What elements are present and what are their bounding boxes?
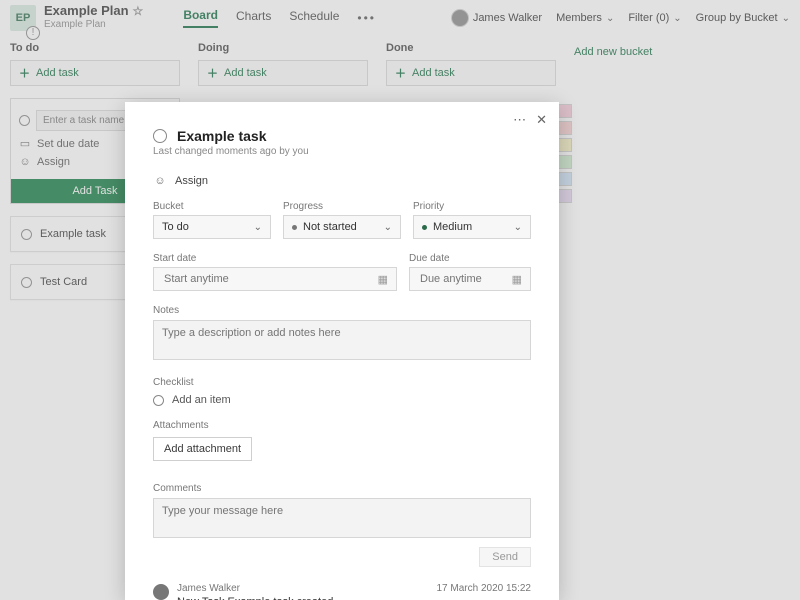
assign-button[interactable]: ☺ Assign — [153, 175, 531, 187]
bucket-value: To do — [162, 221, 189, 233]
due-date-label: Due date — [409, 253, 531, 264]
complete-toggle[interactable] — [153, 129, 167, 143]
avatar-icon — [153, 584, 169, 600]
notes-textarea[interactable] — [153, 320, 531, 360]
priority-dot-icon — [422, 225, 427, 230]
progress-select[interactable]: Not started ⌄ — [283, 215, 401, 239]
task-details-modal: ⋯ ✕ Example task Last changed moments ag… — [125, 102, 559, 600]
progress-label: Progress — [283, 201, 401, 212]
start-date-input[interactable]: ▦ — [153, 267, 397, 291]
attachments-label: Attachments — [153, 420, 531, 431]
comment-textarea[interactable] — [153, 498, 531, 538]
notes-label: Notes — [153, 305, 531, 316]
due-date-input[interactable]: ▦ — [409, 267, 531, 291]
due-date-field[interactable] — [418, 272, 498, 286]
checklist-label: Checklist — [153, 377, 531, 388]
send-button[interactable]: Send — [479, 547, 531, 567]
checklist-add-item[interactable]: Add an item — [153, 394, 531, 406]
status-dot-icon — [292, 225, 297, 230]
priority-select[interactable]: Medium ⌄ — [413, 215, 531, 239]
checklist-add-label: Add an item — [172, 394, 231, 406]
start-date-label: Start date — [153, 253, 397, 264]
assign-label: Assign — [175, 175, 208, 187]
task-title[interactable]: Example task — [177, 128, 267, 144]
comments-label: Comments — [153, 483, 531, 494]
progress-value: Not started — [303, 221, 357, 233]
more-icon[interactable]: ⋯ — [513, 112, 526, 128]
start-date-field[interactable] — [162, 272, 242, 286]
activity-author: James Walker — [177, 583, 240, 594]
bucket-select[interactable]: To do ⌄ — [153, 215, 271, 239]
circle-icon — [153, 395, 164, 406]
activity-entry: James Walker 17 March 2020 15:22 New Tas… — [153, 583, 531, 600]
close-icon[interactable]: ✕ — [536, 112, 547, 128]
person-icon: ☺ — [153, 175, 167, 187]
bucket-label: Bucket — [153, 201, 271, 212]
add-attachment-button[interactable]: Add attachment — [153, 437, 252, 461]
chevron-down-icon: ⌄ — [514, 222, 522, 233]
chevron-down-icon: ⌄ — [384, 222, 392, 233]
activity-timestamp: 17 March 2020 15:22 — [436, 583, 531, 594]
calendar-icon: ▦ — [512, 273, 522, 286]
priority-value: Medium — [433, 221, 472, 233]
chevron-down-icon: ⌄ — [254, 222, 262, 233]
activity-text: New Task Example task created — [177, 596, 531, 600]
last-changed: Last changed moments ago by you — [153, 146, 531, 157]
calendar-icon: ▦ — [378, 273, 388, 286]
priority-label: Priority — [413, 201, 531, 212]
